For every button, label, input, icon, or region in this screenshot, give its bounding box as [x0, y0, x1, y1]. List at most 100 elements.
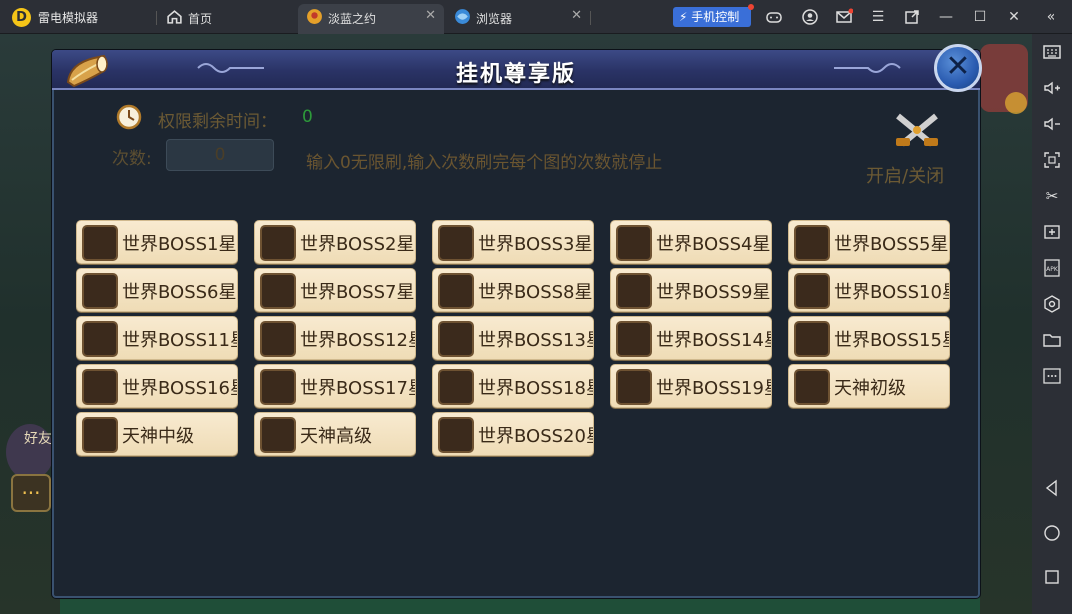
- map-option-checkbox[interactable]: [794, 225, 830, 261]
- close-window-icon[interactable]: ✕: [1005, 8, 1023, 26]
- map-option-item[interactable]: 世界BOSS18星: [432, 364, 594, 408]
- map-option-checkbox[interactable]: [82, 321, 118, 357]
- map-option-label: 天神初级: [834, 378, 906, 399]
- background-friends-label: 好友: [24, 431, 52, 447]
- map-option-checkbox[interactable]: [794, 273, 830, 309]
- map-option-checkbox[interactable]: [260, 417, 296, 453]
- game-viewport[interactable]: 好友 ··· 挂机尊享版 ✕ 权限剩余时间： 0 次数: 0 输入0无限刷,输入…: [0, 34, 1032, 614]
- map-option-item[interactable]: 世界BOSS7星: [254, 268, 416, 312]
- map-option-item[interactable]: 世界BOSS20星: [432, 412, 594, 456]
- volume-up-icon[interactable]: [1042, 78, 1062, 98]
- map-option-checkbox[interactable]: [260, 273, 296, 309]
- user-icon[interactable]: [801, 8, 819, 26]
- close-icon: ✕: [945, 49, 971, 84]
- map-option-item[interactable]: 世界BOSS9星: [610, 268, 772, 312]
- collapse-sidebar-icon[interactable]: «: [1042, 8, 1060, 26]
- map-option-checkbox[interactable]: [616, 321, 652, 357]
- apk-icon[interactable]: APK: [1042, 258, 1062, 278]
- phone-control-label: 手机控制: [691, 10, 740, 24]
- volume-down-icon[interactable]: [1042, 114, 1062, 134]
- map-option-item[interactable]: 世界BOSS11星: [76, 316, 238, 360]
- gamepad-icon[interactable]: [765, 8, 783, 26]
- map-option-item[interactable]: 世界BOSS16星: [76, 364, 238, 408]
- map-option-label: 世界BOSS3星: [478, 234, 593, 255]
- keyboard-icon[interactable]: [1042, 42, 1062, 62]
- map-option-checkbox[interactable]: [616, 225, 652, 261]
- map-option-label: 天神中级: [122, 426, 194, 447]
- tab-browser[interactable]: 浏览器 ✕: [446, 4, 590, 34]
- map-option-label: 世界BOSS16星: [122, 378, 238, 399]
- map-option-item[interactable]: 世界BOSS19星: [610, 364, 772, 408]
- mail-icon[interactable]: [835, 8, 854, 26]
- tab-game[interactable]: 淡蓝之约 ✕: [298, 4, 444, 34]
- map-option-checkbox[interactable]: [82, 369, 118, 405]
- map-option-item[interactable]: 天神中级: [76, 412, 238, 456]
- recent-apps-icon[interactable]: [1042, 567, 1062, 587]
- map-option-checkbox[interactable]: [794, 369, 830, 405]
- map-option-checkbox[interactable]: [260, 369, 296, 405]
- map-option-checkbox[interactable]: [260, 225, 296, 261]
- map-option-label: 世界BOSS12星: [300, 330, 416, 351]
- map-option-item[interactable]: 天神高级: [254, 412, 416, 456]
- tab-browser-label: 浏览器: [476, 12, 513, 26]
- menu-icon[interactable]: ☰: [869, 8, 887, 26]
- settings-hex-icon[interactable]: [1042, 294, 1062, 314]
- phone-control-button[interactable]: ⚡ 手机控制: [673, 4, 754, 27]
- folder-icon[interactable]: [1042, 330, 1062, 350]
- map-option-item[interactable]: 世界BOSS17星: [254, 364, 416, 408]
- emulator-titlebar: D 雷电模拟器 首页 淡蓝之约 ✕ 浏览器 ✕ ⚡ 手机控制 ☰ — ☐ ✕ «: [0, 0, 1072, 34]
- map-option-checkbox[interactable]: [438, 273, 474, 309]
- map-option-item[interactable]: 世界BOSS6星: [76, 268, 238, 312]
- map-option-label: 世界BOSS17星: [300, 378, 416, 399]
- map-option-item[interactable]: 世界BOSS13星: [432, 316, 594, 360]
- fullscreen-icon[interactable]: [1042, 150, 1062, 170]
- map-option-checkbox[interactable]: [794, 321, 830, 357]
- map-option-label: 世界BOSS14星: [656, 330, 772, 351]
- toggle-label: 开启/关闭: [866, 166, 945, 187]
- more-icon[interactable]: [1042, 366, 1062, 386]
- map-option-checkbox[interactable]: [438, 369, 474, 405]
- home-icon: [167, 10, 182, 24]
- count-input[interactable]: 0: [166, 139, 274, 171]
- map-option-item[interactable]: 世界BOSS4星: [610, 220, 772, 264]
- map-option-checkbox[interactable]: [438, 225, 474, 261]
- close-tab-icon[interactable]: ✕: [425, 8, 436, 23]
- close-panel-button[interactable]: ✕: [934, 44, 982, 92]
- map-option-item[interactable]: 世界BOSS3星: [432, 220, 594, 264]
- map-option-item[interactable]: 世界BOSS14星: [610, 316, 772, 360]
- tab-separator: [156, 11, 157, 25]
- map-option-checkbox[interactable]: [82, 417, 118, 453]
- crossed-swords-icon[interactable]: [892, 110, 942, 150]
- map-option-item[interactable]: 世界BOSS8星: [432, 268, 594, 312]
- map-option-item[interactable]: 世界BOSS10星: [788, 268, 950, 312]
- back-icon[interactable]: [1042, 478, 1062, 498]
- maximize-icon[interactable]: ☐: [971, 8, 989, 26]
- app-name: 雷电模拟器: [38, 11, 99, 25]
- chat-icon[interactable]: ···: [11, 474, 51, 512]
- clock-icon: [116, 104, 142, 130]
- map-option-checkbox[interactable]: [82, 225, 118, 261]
- map-option-checkbox[interactable]: [616, 273, 652, 309]
- export-window-icon[interactable]: [903, 8, 921, 26]
- add-window-icon[interactable]: [1042, 222, 1062, 242]
- home-circle-icon[interactable]: [1042, 523, 1062, 543]
- map-option-item[interactable]: 世界BOSS2星: [254, 220, 416, 264]
- map-option-checkbox[interactable]: [616, 369, 652, 405]
- map-option-label: 世界BOSS9星: [656, 282, 771, 303]
- minimize-icon[interactable]: —: [937, 8, 955, 26]
- map-option-label: 世界BOSS4星: [656, 234, 771, 255]
- map-option-item[interactable]: 世界BOSS12星: [254, 316, 416, 360]
- map-option-checkbox[interactable]: [438, 417, 474, 453]
- map-option-checkbox[interactable]: [82, 273, 118, 309]
- close-tab-icon[interactable]: ✕: [571, 8, 582, 23]
- map-option-checkbox[interactable]: [438, 321, 474, 357]
- map-option-item[interactable]: 世界BOSS5星: [788, 220, 950, 264]
- map-option-label: 世界BOSS20星: [478, 426, 594, 447]
- map-option-item[interactable]: 天神初级: [788, 364, 950, 408]
- map-option-item[interactable]: 世界BOSS1星: [76, 220, 238, 264]
- map-option-item[interactable]: 世界BOSS15星: [788, 316, 950, 360]
- tab-home[interactable]: 首页: [158, 4, 298, 34]
- map-option-label: 世界BOSS10星: [834, 282, 950, 303]
- map-option-checkbox[interactable]: [260, 321, 296, 357]
- scissors-icon[interactable]: ✂: [1042, 186, 1062, 206]
